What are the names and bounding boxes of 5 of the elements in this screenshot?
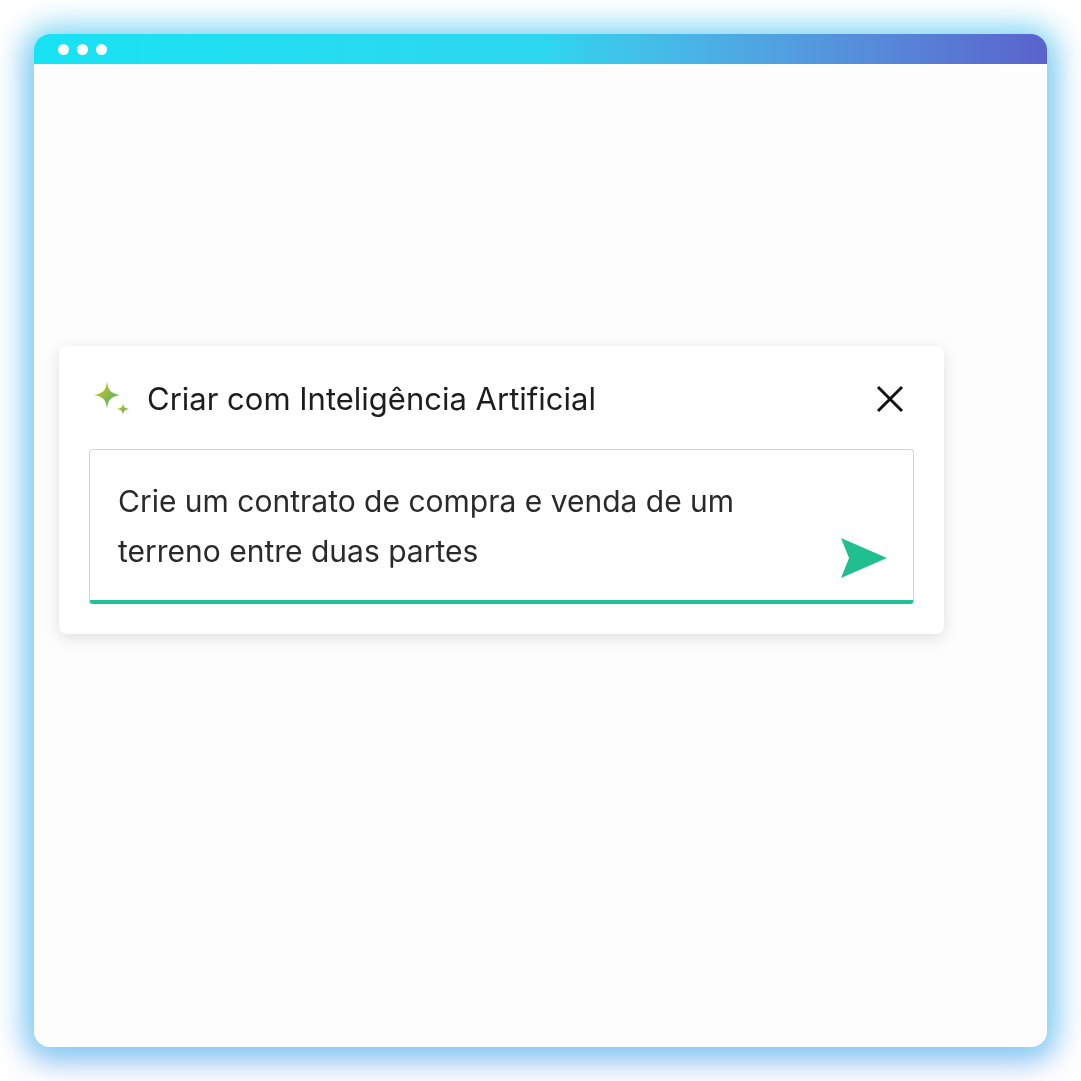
dialog-title: Criar com Inteligência Artificial: [147, 379, 596, 419]
close-icon: [875, 384, 905, 415]
send-icon: [841, 537, 887, 578]
input-field[interactable]: Crie um contrato de compra e venda de um terreno entre duas partes: [89, 448, 914, 604]
send-button[interactable]: [840, 535, 888, 580]
